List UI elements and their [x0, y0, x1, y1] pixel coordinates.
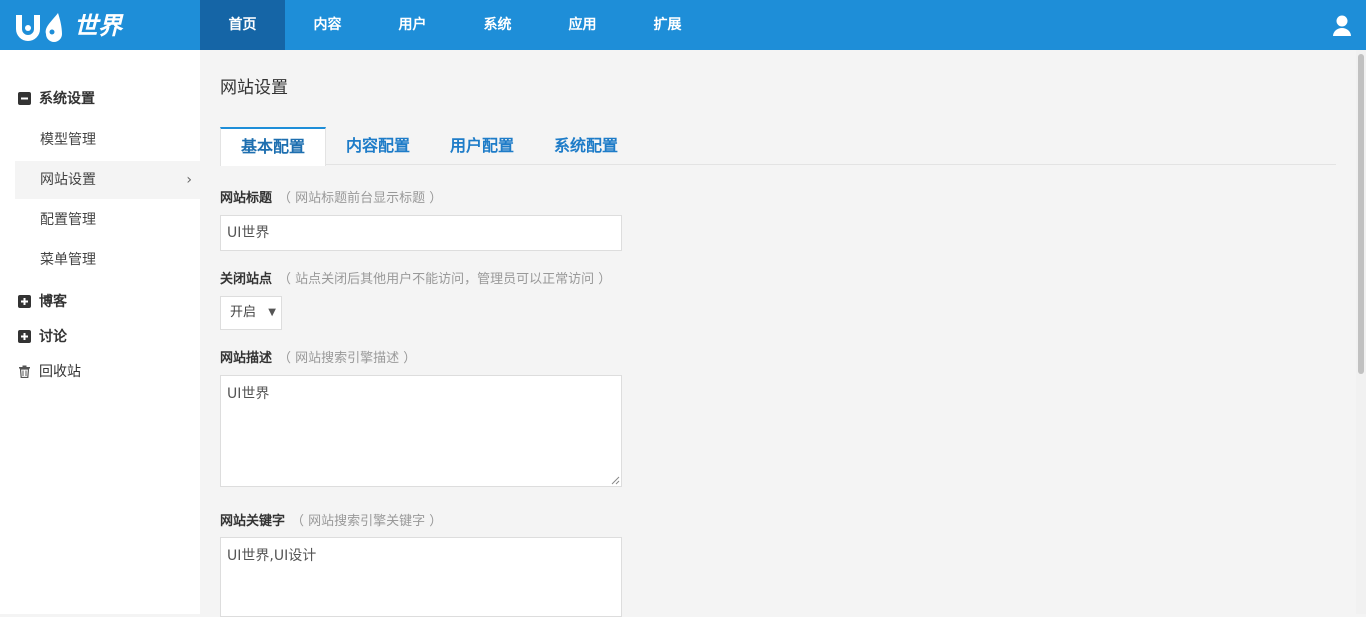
sidebar-group-system[interactable]: 系统设置 [18, 88, 95, 108]
user-icon[interactable] [1332, 15, 1352, 37]
field-label-text: 网站描述 [220, 351, 273, 366]
sidebar-group-label: 博客 [39, 294, 67, 310]
nav-system[interactable]: 系统 [455, 0, 540, 50]
sidebar-item-label: 网站设置 [40, 172, 96, 188]
site-desc-textarea[interactable]: UI世界 [220, 375, 622, 487]
nav-content[interactable]: 内容 [285, 0, 370, 50]
site-title-label: 网站标题 （ 网站标题前台显示标题 ） [220, 187, 442, 206]
field-hint: （ 网站标题前台显示标题 ） [278, 191, 443, 206]
scrollbar[interactable] [1356, 50, 1366, 614]
resize-grip-icon[interactable] [610, 475, 620, 485]
textarea-value: UI世界,UI设计 [227, 548, 317, 564]
tab-system-config[interactable]: 系统配置 [534, 127, 638, 165]
nav-apps[interactable]: 应用 [540, 0, 625, 50]
field-label-text: 网站标题 [220, 191, 273, 206]
top-nav: 首页 内容 用户 系统 应用 扩展 [200, 0, 710, 50]
page-title: 网站设置 [220, 78, 288, 98]
textarea-value: UI世界 [227, 386, 270, 402]
field-hint: （ 网站搜索引擎关键字 ） [291, 514, 443, 529]
scrollbar-thumb[interactable] [1358, 54, 1364, 374]
nav-users[interactable]: 用户 [370, 0, 455, 50]
top-bar: 世界 首页 内容 用户 系统 应用 扩展 [0, 0, 1366, 50]
site-title-input[interactable]: UI世界 [220, 215, 622, 251]
sidebar-item-label: 配置管理 [40, 212, 96, 228]
field-hint: （ 站点关闭后其他用户不能访问，管理员可以正常访问 ） [278, 272, 612, 287]
sidebar-group-discuss[interactable]: 讨论 [18, 326, 67, 346]
field-label-text: 网站关键字 [220, 514, 286, 529]
field-hint: （ 网站搜索引擎描述 ） [278, 351, 417, 366]
chevron-right-icon: › [186, 172, 192, 188]
close-site-label: 关闭站点 （ 站点关闭后其他用户不能访问，管理员可以正常访问 ） [220, 268, 611, 287]
sidebar-item-label: 菜单管理 [40, 252, 96, 268]
tab-content-config[interactable]: 内容配置 [326, 127, 430, 165]
site-keywords-label: 网站关键字 （ 网站搜索引擎关键字 ） [220, 510, 442, 529]
close-site-select[interactable]: 开启 ▼ [220, 296, 282, 330]
sidebar-item-models[interactable]: 模型管理 [15, 121, 200, 159]
nav-home[interactable]: 首页 [200, 0, 285, 50]
plus-square-icon [18, 294, 31, 308]
sidebar-item-label: 模型管理 [40, 132, 96, 148]
field-label-text: 关闭站点 [220, 272, 273, 287]
site-desc-label: 网站描述 （ 网站搜索引擎描述 ） [220, 347, 416, 366]
sidebar-group-label: 回收站 [39, 364, 81, 380]
sidebar: 系统设置 模型管理 网站设置 › 配置管理 菜单管理 博客 讨论 回收站 [0, 50, 200, 614]
select-value: 开启 [230, 305, 257, 320]
trash-icon [19, 365, 30, 378]
tab-bar: 基本配置 内容配置 用户配置 系统配置 [220, 127, 1336, 166]
tab-user-config[interactable]: 用户配置 [430, 127, 534, 165]
nav-extensions[interactable]: 扩展 [625, 0, 710, 50]
plus-square-icon [18, 329, 31, 343]
caret-down-icon: ▼ [268, 307, 276, 318]
sidebar-group-trash[interactable]: 回收站 [18, 361, 81, 381]
sidebar-group-label: 系统设置 [39, 91, 95, 107]
logo[interactable]: 世界 [12, 7, 142, 43]
sidebar-item-config[interactable]: 配置管理 [15, 201, 200, 239]
sidebar-item-site-settings[interactable]: 网站设置 › [15, 161, 200, 199]
sidebar-item-menus[interactable]: 菜单管理 [15, 241, 200, 279]
tab-basic-config[interactable]: 基本配置 [220, 127, 327, 166]
sidebar-group-blog[interactable]: 博客 [18, 291, 67, 311]
minus-square-icon [18, 91, 31, 105]
main-content: 网站设置 基本配置 内容配置 用户配置 系统配置 网站标题 （ 网站标题前台显示标… [220, 50, 1336, 617]
site-keywords-textarea[interactable]: UI世界,UI设计 [220, 537, 622, 617]
logo-text: 世界 [74, 12, 124, 40]
sidebar-group-label: 讨论 [39, 329, 67, 345]
